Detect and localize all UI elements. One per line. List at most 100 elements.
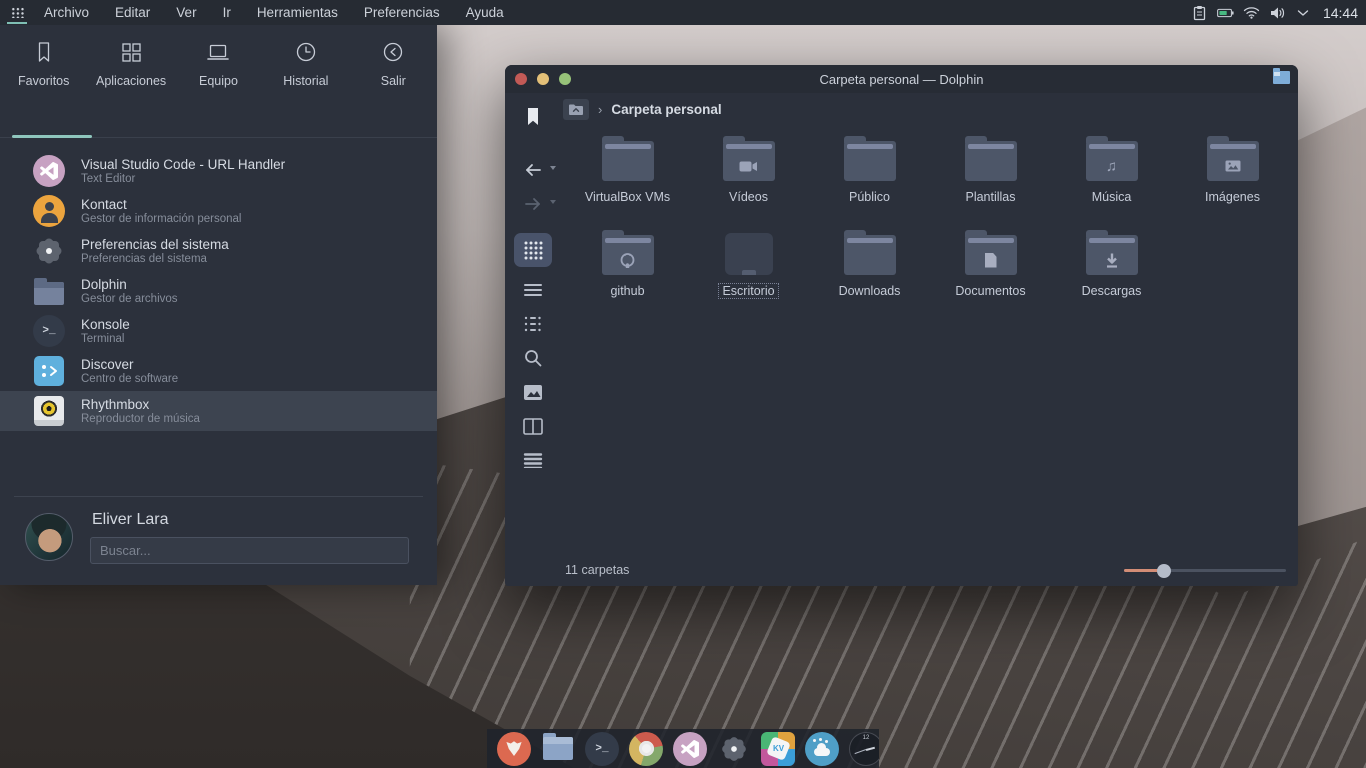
- menu-ir[interactable]: Ir: [223, 5, 231, 20]
- computer-icon: [205, 39, 231, 65]
- clipboard-icon[interactable]: [1191, 4, 1208, 21]
- kvantum-icon: KV: [766, 736, 791, 761]
- dock-kvantum[interactable]: KV: [761, 732, 795, 766]
- system-settings-icon: [33, 235, 65, 267]
- forward-history-caret-icon[interactable]: [550, 200, 556, 204]
- dock-firefox[interactable]: [497, 732, 531, 766]
- dolphin-titlebar[interactable]: Carpeta personal — Dolphin: [505, 65, 1298, 93]
- wifi-icon[interactable]: [1243, 4, 1260, 21]
- battery-icon[interactable]: [1217, 4, 1234, 21]
- back-history-caret-icon[interactable]: [550, 166, 556, 170]
- tab-equipo[interactable]: Equipo: [175, 39, 262, 88]
- folder-icon: [1086, 235, 1138, 275]
- tab-aplicaciones[interactable]: Aplicaciones: [87, 39, 174, 88]
- tab-favoritos[interactable]: Favoritos: [0, 39, 87, 88]
- github-octocat-icon: [602, 245, 654, 275]
- dock-night-app[interactable]: [805, 732, 839, 766]
- folder-publico[interactable]: Público: [809, 131, 930, 225]
- app-name: Konsole: [81, 317, 130, 332]
- app-item-konsole[interactable]: >_ Konsole Terminal: [0, 311, 437, 351]
- clock[interactable]: 14:44: [1323, 5, 1358, 21]
- system-tray: 14:44: [1191, 4, 1366, 21]
- dock-file-manager[interactable]: [541, 732, 575, 766]
- dolphin-folder-icon: [33, 275, 65, 307]
- folder-icon: [543, 737, 573, 760]
- terminal-prompt-icon: >_: [595, 743, 608, 755]
- folder-label: Imágenes: [1202, 190, 1263, 204]
- menu-ayuda[interactable]: Ayuda: [466, 5, 504, 20]
- search-input[interactable]: [90, 537, 409, 564]
- folder-icon: [1207, 141, 1259, 181]
- folder-label: Público: [846, 190, 893, 204]
- icons-view-button[interactable]: [514, 233, 552, 267]
- menu-herramientas[interactable]: Herramientas: [257, 5, 338, 20]
- dolphin-side-toolbar: [505, 93, 561, 550]
- analog-clock-icon: 12: [850, 733, 879, 765]
- app-description: Terminal: [81, 333, 130, 346]
- search-button[interactable]: [514, 341, 552, 375]
- home-folder-button[interactable]: [563, 99, 589, 120]
- app-item-preferencias[interactable]: Preferencias del sistema Preferencias de…: [0, 231, 437, 271]
- tab-salir[interactable]: Salir: [350, 39, 437, 88]
- folder-documentos[interactable]: Documentos: [930, 225, 1051, 319]
- app-item-discover[interactable]: Discover Centro de software: [0, 351, 437, 391]
- bookmark-icon: [31, 39, 57, 65]
- folder-videos[interactable]: Vídeos: [688, 131, 809, 225]
- app-item-dolphin[interactable]: Dolphin Gestor de archivos: [0, 271, 437, 311]
- folder-escritorio[interactable]: Escritorio: [688, 225, 809, 319]
- dock-clock-widget[interactable]: 12: [849, 732, 879, 766]
- folder-plantillas[interactable]: Plantillas: [930, 131, 1051, 225]
- back-button[interactable]: [514, 153, 552, 187]
- folder-descargas[interactable]: Descargas: [1051, 225, 1172, 319]
- tab-historial[interactable]: Historial: [262, 39, 349, 88]
- folder-label: Música: [1089, 190, 1135, 204]
- user-area: Eliver Lara: [0, 505, 437, 585]
- folder-github[interactable]: github: [567, 225, 688, 319]
- konsole-terminal-icon: >_: [33, 315, 65, 347]
- chevron-down-icon[interactable]: [1295, 4, 1312, 21]
- apps-grid-icon: [118, 39, 144, 65]
- dock-chromium[interactable]: [629, 732, 663, 766]
- folder-imagenes[interactable]: Imágenes: [1172, 131, 1293, 225]
- rhythmbox-speaker-icon: [33, 395, 65, 427]
- breadcrumb-chevron-icon: ›: [598, 102, 602, 117]
- breadcrumb-location[interactable]: Carpeta personal: [611, 102, 721, 117]
- app-item-kontact[interactable]: Kontact Gestor de información personal: [0, 191, 437, 231]
- app-name: Rhythmbox: [81, 397, 200, 412]
- folder-downloads[interactable]: Downloads: [809, 225, 930, 319]
- dock-system-settings[interactable]: [717, 732, 751, 766]
- volume-icon[interactable]: [1269, 4, 1286, 21]
- music-note-icon: ♫: [1086, 151, 1138, 181]
- list-view-button[interactable]: [514, 273, 552, 307]
- avatar[interactable]: [25, 513, 73, 561]
- preview-image-button[interactable]: [514, 375, 552, 409]
- launcher-tabs: Favoritos Aplicaciones Equipo Historial …: [0, 25, 437, 111]
- split-view-button[interactable]: [514, 409, 552, 443]
- dock-vscode[interactable]: [673, 732, 707, 766]
- menu-preferencias[interactable]: Preferencias: [364, 5, 440, 20]
- tab-label: Salir: [381, 74, 406, 88]
- folder-label: Documentos: [952, 284, 1028, 298]
- dock-terminal[interactable]: >_: [585, 732, 619, 766]
- folder-grid: VirtualBox VMs Vídeos Público Plantillas…: [567, 131, 1293, 319]
- firefox-icon: [504, 740, 524, 758]
- zoom-slider-knob[interactable]: [1157, 564, 1171, 578]
- forward-button[interactable]: [514, 187, 552, 221]
- launcher-button[interactable]: [4, 0, 30, 25]
- menu-archivo[interactable]: Archivo: [44, 5, 89, 20]
- app-description: Gestor de información personal: [81, 213, 241, 226]
- app-item-vscode[interactable]: Visual Studio Code - URL Handler Text Ed…: [0, 151, 437, 191]
- bookmark-place-icon[interactable]: [514, 99, 552, 133]
- menu-hamburger-button[interactable]: [514, 443, 552, 477]
- zoom-slider[interactable]: [1124, 569, 1286, 572]
- app-item-rhythmbox[interactable]: Rhythmbox Reproductor de música: [0, 391, 437, 431]
- menu-editar[interactable]: Editar: [115, 5, 150, 20]
- app-description: Centro de software: [81, 373, 178, 386]
- folder-musica[interactable]: ♫ Música: [1051, 131, 1172, 225]
- folder-virtualbox-vms[interactable]: VirtualBox VMs: [567, 131, 688, 225]
- history-clock-icon: [293, 39, 319, 65]
- app-grid-icon: [11, 7, 24, 18]
- details-view-button[interactable]: [514, 307, 552, 341]
- menu-ver[interactable]: Ver: [176, 5, 196, 20]
- folder-icon: [844, 141, 896, 181]
